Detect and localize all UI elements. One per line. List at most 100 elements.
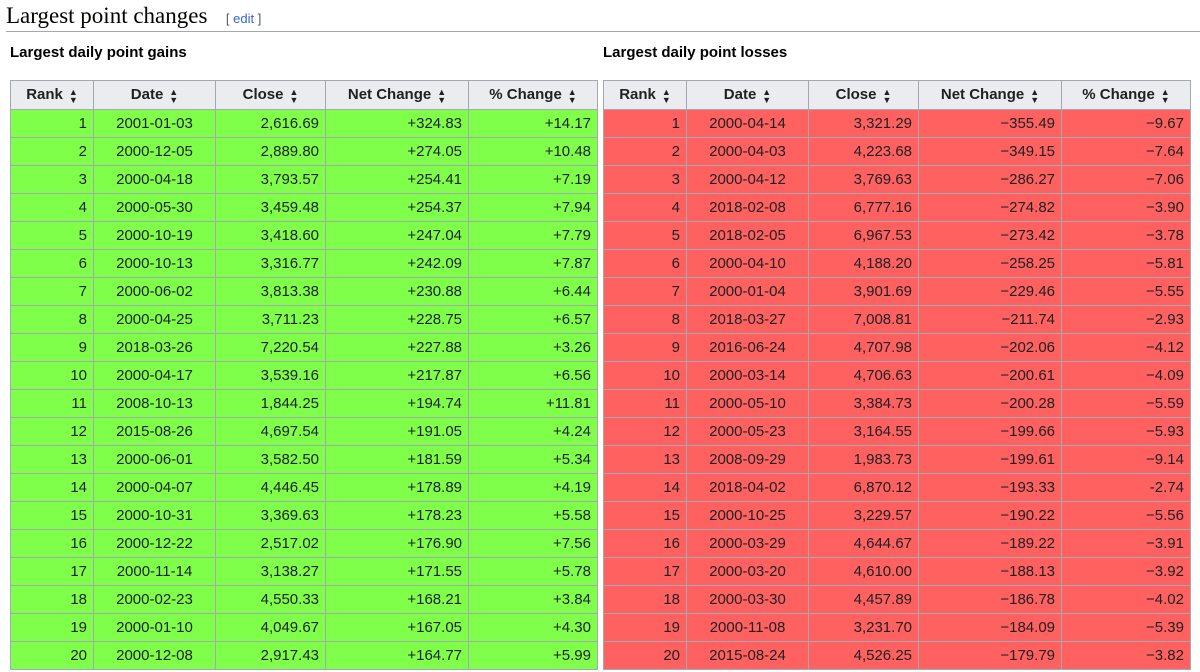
losses-cell-rank: 5: [603, 221, 687, 250]
gains-cell-net-change: +168.21: [325, 585, 469, 614]
gains-cell-pct-change: +5.78: [468, 557, 598, 586]
losses-cell-close: 6,870.12: [808, 473, 919, 502]
gains-cell-rank: 20: [10, 641, 94, 670]
gains-cell-pct-change: +6.57: [468, 305, 598, 334]
losses-cell-date: 2000-11-08: [686, 613, 809, 642]
losses-cell-close: 4,526.25: [808, 641, 919, 670]
gains-cell-date: 2000-12-08: [93, 641, 216, 670]
section-title: Largest point changes: [6, 3, 208, 28]
losses-cell-rank: 19: [603, 613, 687, 642]
losses-cell-rank: 1: [603, 109, 687, 138]
sort-icon[interactable]: ▲ ▼: [169, 87, 178, 104]
losses-cell-net-change: −200.28: [918, 389, 1062, 418]
table-row: 18 2000-03-30 4,457.89 −186.78 −4.02: [603, 585, 1191, 614]
gains-header-label: Rank: [26, 86, 63, 104]
edit-link[interactable]: edit: [233, 11, 254, 26]
table-row: 17 2000-11-14 3,138.27 +171.55 +5.78: [10, 557, 598, 586]
losses-cell-close: 4,707.98: [808, 333, 919, 362]
losses-cell-net-change: −190.22: [918, 501, 1062, 530]
losses-cell-close: 4,457.89: [808, 585, 919, 614]
losses-cell-date: 2016-06-24: [686, 333, 809, 362]
gains-cell-close: 4,550.33: [215, 585, 326, 614]
table-row: 14 2018-04-02 6,870.12 −193.33 -2.74: [603, 473, 1191, 502]
sort-icon[interactable]: ▲ ▼: [882, 87, 891, 104]
gains-cell-net-change: +247.04: [325, 221, 469, 250]
losses-cell-rank: 14: [603, 473, 687, 502]
losses-cell-rank: 8: [603, 305, 687, 334]
losses-cell-date: 2015-08-24: [686, 641, 809, 670]
table-row: 1 2001-01-03 2,616.69 +324.83 +14.17: [10, 109, 598, 138]
gains-cell-close: 1,844.25: [215, 389, 326, 418]
table-row: 12 2000-05-23 3,164.55 −199.66 −5.93: [603, 417, 1191, 446]
gains-cell-rank: 15: [10, 501, 94, 530]
sort-icon[interactable]: ▲ ▼: [1030, 87, 1039, 104]
gains-cell-date: 2000-05-30: [93, 193, 216, 222]
sort-icon[interactable]: ▲ ▼: [662, 87, 671, 104]
table-row: 9 2016-06-24 4,707.98 −202.06 −4.12: [603, 333, 1191, 362]
losses-header-rank[interactable]: Rank ▲ ▼: [603, 80, 687, 110]
losses-cell-date: 2000-05-23: [686, 417, 809, 446]
table-row: 2 2000-12-05 2,889.80 +274.05 +10.48: [10, 137, 598, 166]
gains-cell-date: 2000-04-18: [93, 165, 216, 194]
table-row: 4 2000-05-30 3,459.48 +254.37 +7.94: [10, 193, 598, 222]
gains-cell-close: 3,316.77: [215, 249, 326, 278]
losses-cell-net-change: −286.27: [918, 165, 1062, 194]
sort-icon[interactable]: ▲ ▼: [762, 87, 771, 104]
gains-cell-date: 2000-04-25: [93, 305, 216, 334]
table-row: 7 2000-01-04 3,901.69 −229.46 −5.55: [603, 277, 1191, 306]
sort-icon[interactable]: ▲ ▼: [1161, 87, 1170, 104]
losses-cell-rank: 12: [603, 417, 687, 446]
table-row: 11 2000-05-10 3,384.73 −200.28 −5.59: [603, 389, 1191, 418]
table-row: 6 2000-04-10 4,188.20 −258.25 −5.81: [603, 249, 1191, 278]
losses-cell-close: 3,164.55: [808, 417, 919, 446]
gains-cell-pct-change: +4.30: [468, 613, 598, 642]
losses-cell-date: 2000-03-29: [686, 529, 809, 558]
gains-cell-rank: 10: [10, 361, 94, 390]
losses-cell-net-change: −193.33: [918, 473, 1062, 502]
losses-cell-close: 6,777.16: [808, 193, 919, 222]
gains-cell-rank: 5: [10, 221, 94, 250]
gains-header-date[interactable]: Date ▲ ▼: [93, 80, 216, 110]
gains-cell-date: 2018-03-26: [93, 333, 216, 362]
gains-header-close[interactable]: Close ▲ ▼: [215, 80, 326, 110]
gains-cell-pct-change: +5.99: [468, 641, 598, 670]
sort-icon[interactable]: ▲ ▼: [289, 87, 298, 104]
losses-header-close[interactable]: Close ▲ ▼: [808, 80, 919, 110]
sort-icon[interactable]: ▲ ▼: [437, 87, 446, 104]
gains-cell-pct-change: +14.17: [468, 109, 598, 138]
gains-cell-pct-change: +3.26: [468, 333, 598, 362]
gains-cell-net-change: +242.09: [325, 249, 469, 278]
gains-cell-net-change: +254.41: [325, 165, 469, 194]
losses-header-label: Net Change: [940, 86, 1025, 104]
table-row: 11 2008-10-13 1,844.25 +194.74 +11.81: [10, 389, 598, 418]
gains-cell-close: 3,138.27: [215, 557, 326, 586]
losses-cell-pct-change: −2.93: [1061, 305, 1191, 334]
gains-cell-close: 2,517.02: [215, 529, 326, 558]
sort-icon[interactable]: ▲ ▼: [568, 87, 577, 104]
gains-header-net-change[interactable]: Net Change ▲ ▼: [325, 80, 469, 110]
losses-cell-date: 2018-03-27: [686, 305, 809, 334]
losses-cell-net-change: −189.22: [918, 529, 1062, 558]
gains-cell-pct-change: +7.19: [468, 165, 598, 194]
gains-cell-net-change: +178.23: [325, 501, 469, 530]
sort-icon[interactable]: ▲ ▼: [69, 87, 78, 104]
table-row: 3 2000-04-12 3,769.63 −286.27 −7.06: [603, 165, 1191, 194]
gains-header-pct-change[interactable]: % Change ▲ ▼: [468, 80, 598, 110]
gains-cell-close: 4,446.45: [215, 473, 326, 502]
gains-cell-net-change: +167.05: [325, 613, 469, 642]
losses-header-net-change[interactable]: Net Change ▲ ▼: [918, 80, 1062, 110]
losses-body: 1 2000-04-14 3,321.29 −355.49 −9.67 2 2000-04-…: [603, 109, 1191, 670]
gains-cell-rank: 3: [10, 165, 94, 194]
gains-header-rank[interactable]: Rank ▲ ▼: [10, 80, 94, 110]
losses-cell-rank: 15: [603, 501, 687, 530]
gains-cell-net-change: +230.88: [325, 277, 469, 306]
losses-header-date[interactable]: Date ▲ ▼: [686, 80, 809, 110]
losses-cell-rank: 2: [603, 137, 687, 166]
table-row: 6 2000-10-13 3,316.77 +242.09 +7.87: [10, 249, 598, 278]
table-row: 5 2018-02-05 6,967.53 −273.42 −3.78: [603, 221, 1191, 250]
gains-cell-date: 2000-01-10: [93, 613, 216, 642]
gains-cell-date: 2000-11-14: [93, 557, 216, 586]
losses-header-pct-change[interactable]: % Change ▲ ▼: [1061, 80, 1191, 110]
gains-cell-net-change: +194.74: [325, 389, 469, 418]
losses-cell-close: 3,769.63: [808, 165, 919, 194]
